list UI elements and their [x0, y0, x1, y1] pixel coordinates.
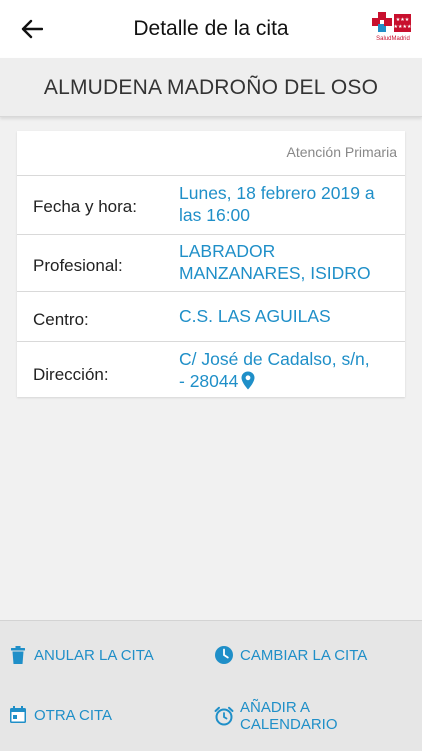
address-value[interactable]: C/ José de Cadalso, s/n, - 28044: [179, 348, 401, 392]
center-label: Centro:: [33, 310, 89, 329]
address-label: Dirección:: [33, 365, 109, 384]
professional-value-line2: MANZANARES, ISIDRO: [179, 263, 371, 283]
address-value-line1: C/ José de Cadalso, s/n,: [179, 349, 370, 369]
patient-bar: ALMUDENA MADROÑO DEL OSO: [0, 58, 422, 117]
address-value-line2-wrap: - 28044: [179, 370, 401, 392]
professional-label: Profesional:: [33, 256, 123, 275]
date-value-line2: las 16:00: [179, 205, 251, 225]
cancel-appointment-label: ANULAR LA CITA: [34, 646, 154, 664]
card-header: Atención Primaria: [17, 131, 405, 176]
svg-text:★★★★: ★★★★: [394, 24, 412, 30]
other-appointment-button[interactable]: OTRA CITA: [8, 705, 112, 725]
professional-value-line1: LABRADOR: [179, 241, 276, 261]
date-label: Fecha y hora:: [33, 197, 137, 216]
center-row: Centro: C.S. LAS AGUILAS: [17, 292, 405, 342]
add-to-calendar-button[interactable]: AÑADIR A CALENDARIO: [214, 699, 338, 733]
appointment-card: Atención Primaria Fecha y hora: Lunes, 1…: [17, 131, 405, 397]
salud-madrid-logo-icon: ★★★ ★★★★: [372, 12, 412, 32]
date-value: Lunes, 18 febrero 2019 a las 16:00: [179, 182, 401, 226]
cancel-appointment-button[interactable]: ANULAR LA CITA: [8, 645, 154, 665]
clock-icon: [215, 646, 233, 664]
change-appointment-button[interactable]: CAMBIAR LA CITA: [214, 645, 367, 665]
logo-text: SaludMadrid: [376, 36, 410, 42]
top-bar: Detalle de la cita ★★★ ★★★★ SaludMadrid: [0, 0, 422, 58]
other-appointment-label: OTRA CITA: [34, 706, 113, 724]
add-to-calendar-line2: CALENDARIO: [240, 716, 338, 733]
date-value-line1: Lunes, 18 febrero 2019 a: [179, 183, 375, 203]
alarm-clock-icon: [214, 706, 234, 726]
center-value: C.S. LAS AGUILAS: [179, 306, 331, 326]
calendar-icon: [10, 706, 26, 723]
page-title: Detalle de la cita: [133, 17, 289, 40]
service-label: Atención Primaria: [286, 144, 398, 160]
add-to-calendar-label: AÑADIR A CALENDARIO: [240, 699, 338, 733]
map-pin-icon[interactable]: [241, 371, 255, 390]
actions-panel: ANULAR LA CITA CAMBIAR LA CITA OTRA CITA…: [0, 620, 422, 751]
date-row: Fecha y hora: Lunes, 18 febrero 2019 a l…: [17, 176, 405, 235]
add-to-calendar-line1: AÑADIR A: [240, 699, 311, 716]
professional-row: Profesional: LABRADOR MANZANARES, ISIDRO: [17, 235, 405, 292]
salud-madrid-logo: ★★★ ★★★★ SaludMadrid: [372, 12, 414, 46]
address-value-line2: - 28044: [179, 371, 239, 391]
trash-icon: [11, 646, 25, 664]
svg-text:★★★: ★★★: [396, 17, 410, 23]
patient-name: ALMUDENA MADROÑO DEL OSO: [43, 76, 379, 99]
professional-value: LABRADOR MANZANARES, ISIDRO: [179, 240, 401, 284]
address-row[interactable]: Dirección: C/ José de Cadalso, s/n, - 28…: [17, 342, 405, 397]
change-appointment-label: CAMBIAR LA CITA: [240, 646, 368, 664]
